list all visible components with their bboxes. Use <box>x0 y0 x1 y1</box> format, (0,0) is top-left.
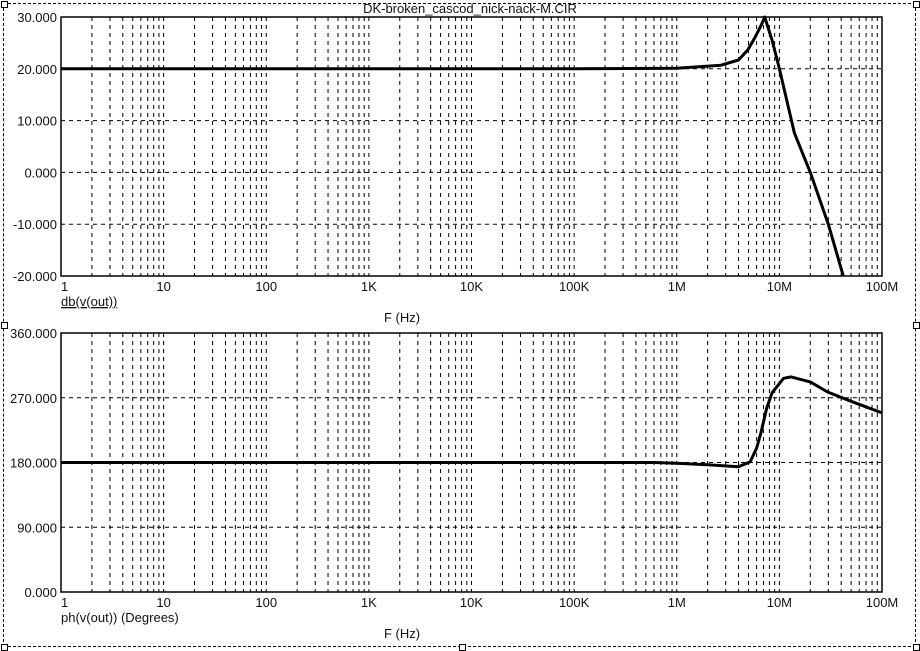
trace-label: ph(v(out)) (Degrees) <box>61 610 179 625</box>
y-tick-label: 30.000 <box>17 10 57 25</box>
bode-plot: DK-broken_cascod_nick-nack-M.CIR 30.000 2… <box>10 1 898 641</box>
y-tick-label: 180.000 <box>10 456 57 471</box>
x-tick-label: 100K <box>559 595 590 610</box>
y-tick-label: 360.000 <box>10 326 57 341</box>
y-tick-label: 90.000 <box>17 520 57 535</box>
plot-panel: 360.000 270.000 180.000 90.000 0.000 1 10 100 1K… <box>10 326 898 641</box>
x-axis-label: F (Hz) <box>384 626 420 641</box>
plot-panel: 30.000 20.000 10.000 0.000 -10.000 -20.000 1 10… <box>13 10 898 325</box>
x-tick-label: 100K <box>559 279 590 294</box>
y-tick-label: 270.000 <box>10 391 57 406</box>
y-tick-label: 20.000 <box>17 62 57 77</box>
chart-title: DK-broken_cascod_nick-nack-M.CIR <box>363 1 577 16</box>
x-tick-label: 10K <box>460 279 483 294</box>
x-tick-label: 10 <box>156 595 170 610</box>
x-tick-label: 1M <box>668 279 686 294</box>
y-tick-label: 10.000 <box>17 114 57 129</box>
x-tick-label: 100M <box>866 279 899 294</box>
x-tick-label: 1M <box>668 595 686 610</box>
y-tick-label: -10.000 <box>13 217 57 232</box>
x-tick-label: 1K <box>361 279 377 294</box>
x-axis-label: F (Hz) <box>384 310 420 325</box>
x-tick-label: 10 <box>156 279 170 294</box>
x-tick-label: 100M <box>866 595 899 610</box>
trace-label: db(v(out)) <box>61 294 117 309</box>
y-tick-label: -20.000 <box>13 269 57 284</box>
x-tick-label: 100 <box>255 279 277 294</box>
x-tick-label: 1K <box>361 595 377 610</box>
y-tick-label: 0.000 <box>24 165 57 180</box>
x-tick-label: 1 <box>61 595 68 610</box>
x-tick-label: 10M <box>767 279 792 294</box>
y-tick-label: 0.000 <box>24 585 57 600</box>
x-tick-label: 10K <box>460 595 483 610</box>
x-tick-label: 1 <box>61 279 68 294</box>
x-tick-label: 100 <box>255 595 277 610</box>
x-tick-label: 10M <box>767 595 792 610</box>
